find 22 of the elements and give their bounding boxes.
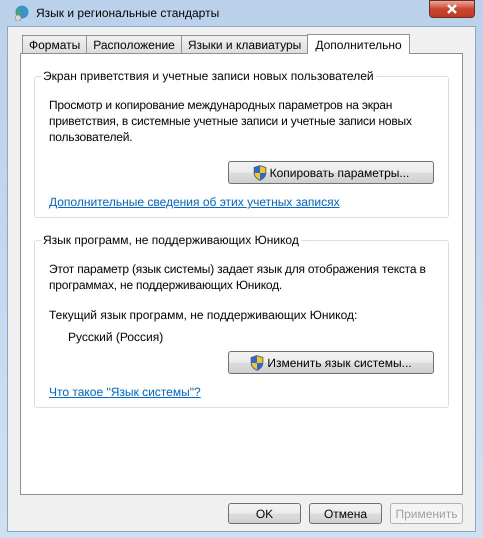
tab[interactable]: Дополнительно: [307, 34, 410, 54]
tab[interactable]: Форматы: [22, 35, 88, 53]
close-button[interactable]: [429, 0, 475, 18]
help-link[interactable]: Дополнительные сведения об этих учетных записях: [49, 195, 340, 209]
group-title: Экран приветствия и учетные записи новых пользователей: [41, 69, 376, 84]
uac-button[interactable]: Копировать параметры...: [228, 161, 434, 184]
close-icon: [446, 4, 458, 14]
dialog-button[interactable]: OK: [228, 503, 301, 524]
current-language-label: Текущий язык программ, не поддерживающих Юникод:: [49, 307, 358, 323]
description-text: Просмотр и копирование международных параметров на экран приветствия, в системные учетные записи и учетные записи новых пользователей.: [49, 97, 413, 145]
tab[interactable]: Расположение: [86, 35, 182, 53]
help-link[interactable]: Что такое "Язык системы"?: [49, 385, 201, 399]
tab[interactable]: Языки и клавиатуры: [180, 35, 308, 53]
dialog-button[interactable]: Отмена: [309, 503, 382, 524]
current-language-value: Русский (Россия): [68, 329, 164, 345]
description-text: Этот параметр (язык системы) задает язык для отображения текста в программах, не поддерживающих Юникод.: [49, 261, 427, 293]
globe-icon: [14, 5, 30, 21]
uac-button[interactable]: Изменить язык системы...: [228, 351, 434, 374]
group-title: Язык программ, не поддерживающих Юникод: [41, 233, 301, 248]
shield-icon: [250, 354, 264, 370]
shield-icon: [252, 164, 267, 180]
window-title: Язык и региональные стандарты: [36, 5, 220, 22]
